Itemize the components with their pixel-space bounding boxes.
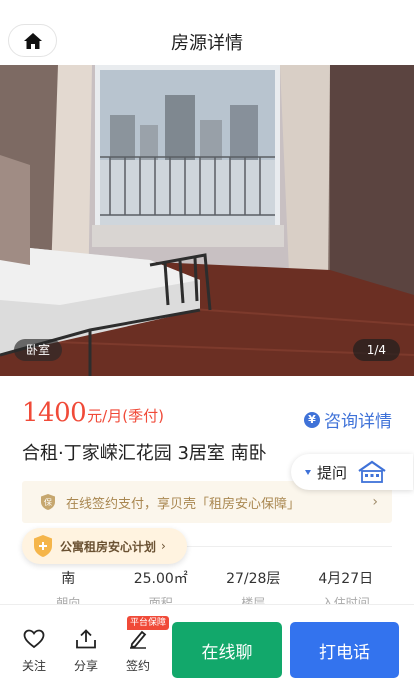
fact-value: 25.00㎡ xyxy=(133,571,188,587)
chevron-right-icon: › xyxy=(161,539,166,553)
guarantee-text: 在线签约支付，享贝壳「租房安心保障」 xyxy=(66,496,301,512)
listing-title: 合租·丁家嵘汇花园 3居室 南卧 xyxy=(22,443,267,464)
consult-details-link[interactable]: ¥ 咨询详情 xyxy=(304,407,392,432)
pen-icon xyxy=(130,630,147,649)
price: 1400 元/月(季付) xyxy=(22,398,164,428)
heart-icon xyxy=(23,629,45,649)
follow-button[interactable]: 关注 xyxy=(14,629,54,674)
house-logo-icon xyxy=(358,460,386,483)
page-title: 房源详情 xyxy=(171,33,243,54)
sign-button[interactable]: 签约 xyxy=(118,629,158,674)
consult-details-label: 咨询详情 xyxy=(324,412,392,432)
top-header: 房源详情 xyxy=(0,0,414,65)
fact-value: 南 xyxy=(61,571,76,587)
share-label: 分享 xyxy=(73,659,98,673)
plan-label: 公寓租房安心计划 xyxy=(60,539,157,554)
shield-icon: 保 xyxy=(41,494,55,510)
platform-guarantee-badge: 平台保障 xyxy=(127,616,170,630)
sign-label: 签约 xyxy=(125,659,150,673)
price-unit: 元/月(季付) xyxy=(87,407,164,425)
chevron-right-icon: › xyxy=(372,494,378,510)
follow-label: 关注 xyxy=(21,659,46,673)
bottom-action-bar: 关注 分享 签约 平台保障 在线聊 打电话 xyxy=(0,604,414,692)
online-chat-button[interactable]: 在线聊 xyxy=(172,622,282,678)
safety-plan-chip[interactable]: 公寓租房安心计划 › xyxy=(22,528,187,564)
phone-call-button[interactable]: 打电话 xyxy=(290,622,399,678)
question-label: 提问 xyxy=(317,463,348,482)
share-icon xyxy=(76,629,96,649)
price-value: 1400 xyxy=(22,398,87,428)
svg-text:保: 保 xyxy=(44,497,52,507)
fact-value: 27/28层 xyxy=(226,571,281,587)
yen-icon: ¥ xyxy=(304,411,320,428)
photo-counter: 1/4 xyxy=(352,339,400,361)
photo-room-tag: 卧室 xyxy=(14,339,63,361)
fact-value: 4月27日 xyxy=(318,571,374,587)
listing-photo[interactable] xyxy=(0,65,414,376)
share-button[interactable]: 分享 xyxy=(66,629,106,674)
caret-down-icon xyxy=(305,469,311,475)
question-button[interactable]: 提问 xyxy=(291,454,413,490)
shield-plus-icon xyxy=(34,535,52,557)
